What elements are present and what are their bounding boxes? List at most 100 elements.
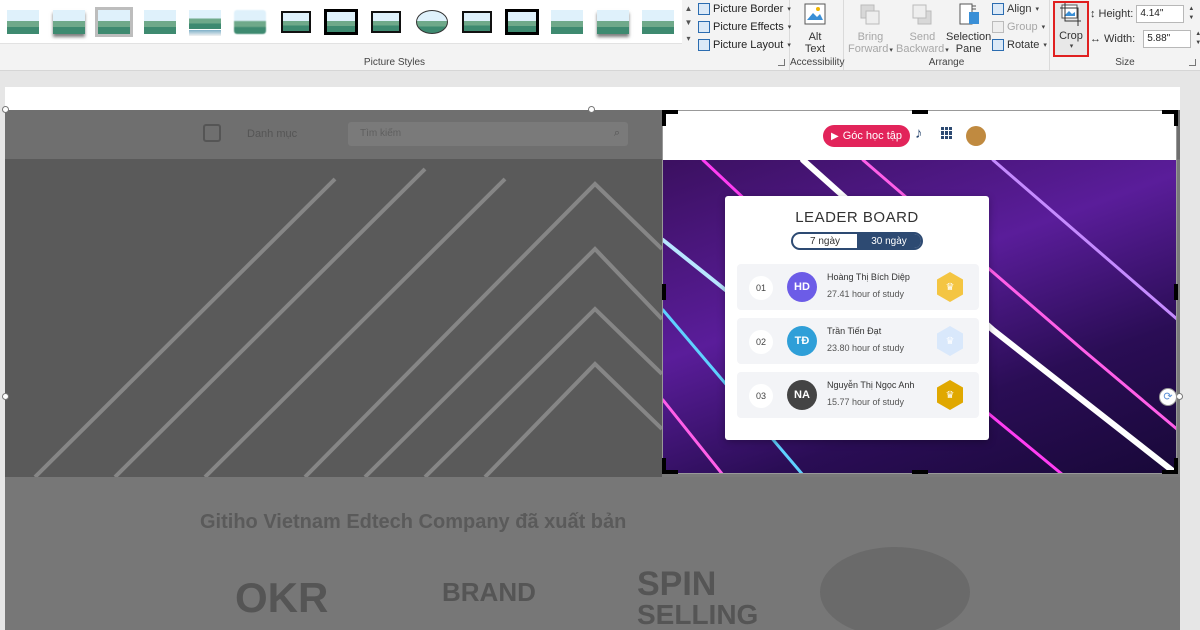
style-oval[interactable] — [413, 7, 451, 37]
bell-icon[interactable]: ♪ — [915, 125, 923, 142]
vertical-scrollbar[interactable] — [1182, 71, 1200, 630]
style-simple-frame[interactable] — [4, 7, 42, 37]
style-soft-shadow[interactable] — [50, 7, 88, 37]
align-icon — [992, 3, 1004, 15]
crown-icon: ♛ — [937, 326, 963, 356]
style-double-frame[interactable] — [277, 7, 315, 37]
width-spinner[interactable]: ▲ ▼ — [1194, 30, 1200, 48]
send-backward-label-1: Send — [909, 31, 936, 43]
study-hours: 27.41 hour of study — [827, 289, 905, 299]
width-input[interactable]: 5.88" — [1143, 30, 1192, 48]
rotate-handle-icon[interactable]: ⟳ — [1159, 388, 1177, 406]
crop-label: Crop — [1059, 30, 1083, 42]
cropped-lower-shade: Gitiho Vietnam Edtech Company đã xuất bả… — [5, 477, 1180, 630]
study-hours: 15.77 hour of study — [827, 397, 905, 407]
picture-styles-group: ▲ ▼ ▾ Picture Border ▾ Picture Effects ▾ P… — [0, 0, 791, 70]
picture-layout-button[interactable]: Picture Layout ▾ — [698, 36, 791, 54]
crop-region[interactable]: ▶ Góc học tập ♪ LEADER BOARD 7 ngày 30 n… — [662, 110, 1177, 474]
crop-handle-top-right[interactable] — [1162, 110, 1178, 126]
dialog-launcher-icon[interactable] — [778, 59, 785, 66]
style-soft-edge[interactable] — [231, 7, 269, 37]
crop-handle-bottom-right[interactable] — [1162, 458, 1178, 474]
style-metal-frame[interactable] — [458, 7, 496, 37]
search-box: Tìm kiếm ⌕ — [348, 122, 628, 146]
picture-border-button[interactable]: Picture Border ▾ — [698, 0, 791, 18]
cropped-neon-shade — [5, 159, 662, 477]
resize-handle-top[interactable] — [588, 106, 595, 113]
layout-icon — [698, 39, 710, 51]
effects-icon — [698, 21, 710, 33]
avatar[interactable] — [966, 126, 986, 146]
leaderboard-row-2[interactable]: 02 TĐ Trần Tiến Đạt 23.80 hour of study … — [737, 318, 979, 364]
tab-7-days[interactable]: 7 ngày — [793, 234, 857, 248]
style-reflected[interactable] — [186, 7, 224, 37]
crop-handle-top[interactable] — [912, 110, 928, 114]
size-launcher-icon[interactable] — [1189, 59, 1196, 66]
menu-link: Danh mục — [247, 128, 298, 140]
rotate-label: Rotate — [1007, 39, 1040, 51]
user-avatar: HD — [787, 272, 817, 302]
study-corner-button[interactable]: ▶ Góc học tập — [823, 125, 911, 147]
style-rounded[interactable] — [639, 7, 677, 37]
group-label: Group — [1007, 21, 1038, 33]
cropped-diagonal-lines — [33, 167, 662, 477]
play-circle-icon: ▶ — [831, 130, 839, 142]
pen-icon — [698, 3, 710, 15]
style-thick-frame[interactable] — [322, 7, 360, 37]
alt-text-button[interactable]: Alt Text — [802, 2, 828, 55]
accessibility-group: Alt Text Accessibility — [790, 0, 844, 70]
send-backward-icon — [909, 2, 935, 28]
crop-handle-right[interactable] — [1174, 284, 1178, 300]
resize-handle-right[interactable] — [1176, 393, 1183, 400]
selection-pane-button[interactable]: Selection Pane — [946, 2, 991, 55]
leaderboard-row-3[interactable]: 03 NA Nguyễn Thị Ngọc Anh 15.77 hour of … — [737, 372, 979, 418]
crop-handle-top-left[interactable] — [662, 110, 678, 126]
book-okr: OKR — [235, 574, 329, 621]
style-frame-gray[interactable] — [95, 7, 133, 37]
align-button[interactable]: Align ▾ — [992, 0, 1039, 18]
picture-effects-button[interactable]: Picture Effects ▾ — [698, 18, 791, 36]
crop-handle-left[interactable] — [662, 284, 666, 300]
apps-grid-icon[interactable] — [941, 127, 953, 139]
style-black-frame[interactable] — [503, 7, 541, 37]
rotate-button[interactable]: Rotate ▾ — [992, 36, 1047, 54]
height-row: ↕ Height: 4.14" ▲ ▼ — [1090, 3, 1195, 25]
gallery-more-icon[interactable]: ▾ — [683, 32, 694, 46]
user-name: Hoàng Thị Bích Diệp — [827, 272, 910, 282]
crop-handle-bottom[interactable] — [912, 470, 928, 474]
period-tabs: 7 ngày 30 ngày — [791, 232, 923, 250]
crown-icon: ♛ — [937, 380, 963, 410]
width-label: Width: — [1104, 33, 1136, 45]
leaderboard-row-1[interactable]: 01 HD Hoàng Thị Bích Diệp 27.41 hour of … — [737, 264, 979, 310]
crop-button[interactable]: Crop ▾ — [1053, 1, 1089, 57]
leaderboard-card: LEADER BOARD 7 ngày 30 ngày 01 HD Hoàng … — [725, 196, 989, 440]
resize-handle-top-left[interactable] — [2, 106, 9, 113]
crop-handle-bottom-left[interactable] — [662, 458, 678, 474]
selection-pane-label-1: Selection — [946, 31, 992, 43]
gallery-up-icon[interactable]: ▲ — [683, 2, 694, 16]
style-rotated[interactable] — [594, 7, 632, 37]
height-spinner[interactable]: ▲ ▼ — [1187, 5, 1195, 23]
arrange-label: Arrange — [928, 57, 965, 68]
user-name: Trần Tiến Đạt — [827, 326, 882, 336]
group-button[interactable]: Group ▾ — [992, 18, 1045, 36]
send-backward-button[interactable]: Send Backward▾ — [896, 2, 949, 57]
height-input[interactable]: 4.14" — [1136, 5, 1185, 23]
picture-border-label: Picture Border — [713, 3, 784, 15]
align-label: Align — [1007, 3, 1032, 15]
bring-forward-label-2: Forward — [848, 43, 889, 55]
illustration-image — [820, 547, 970, 630]
book-selling: SELLING — [637, 599, 759, 630]
tab-30-days[interactable]: 30 ngày — [857, 234, 921, 248]
user-avatar: NA — [787, 380, 817, 410]
rank-badge: 02 — [749, 330, 773, 354]
bring-forward-button[interactable]: Bring Forward▾ — [848, 2, 893, 57]
style-plain[interactable] — [141, 7, 179, 37]
style-perspective[interactable] — [548, 7, 586, 37]
resize-handle-left[interactable] — [2, 393, 9, 400]
rank-badge: 01 — [749, 276, 773, 300]
ribbon: ▲ ▼ ▾ Picture Border ▾ Picture Effects ▾ P… — [0, 0, 1200, 71]
style-center-shadow[interactable] — [367, 7, 405, 37]
gallery-down-icon[interactable]: ▼ — [683, 16, 694, 30]
user-name: Nguyễn Thị Ngọc Anh — [827, 380, 915, 390]
